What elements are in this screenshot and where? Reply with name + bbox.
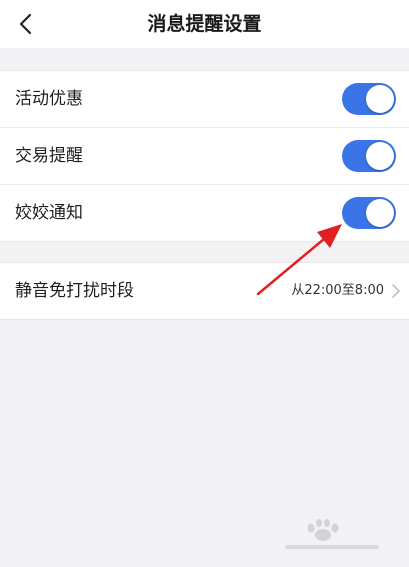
quiet-hours-value: 从22:00至8:00 xyxy=(291,283,384,298)
setting-label: 活动优惠 xyxy=(15,89,83,109)
setting-row-notices: 姣姣通知 xyxy=(0,184,409,241)
setting-label: 交易提醒 xyxy=(15,146,83,166)
toggle-knob xyxy=(366,199,394,227)
chevron-right-icon xyxy=(392,284,400,298)
setting-row-promotions: 活动优惠 xyxy=(0,71,409,127)
notices-toggle[interactable] xyxy=(342,197,396,229)
quiet-hours-group: 静音免打扰时段 从22:00至8:00 xyxy=(0,262,409,320)
header-bar: 消息提醒设置 xyxy=(0,0,409,48)
quiet-hours-label: 静音免打扰时段 xyxy=(15,281,134,301)
toggle-knob xyxy=(366,142,394,170)
watermark-logo-icon xyxy=(285,519,379,549)
page-title: 消息提醒设置 xyxy=(147,13,262,35)
transactions-toggle[interactable] xyxy=(342,140,396,172)
toggle-knob xyxy=(366,85,394,113)
setting-label: 姣姣通知 xyxy=(15,203,83,223)
setting-row-transactions: 交易提醒 xyxy=(0,127,409,184)
promotions-toggle[interactable] xyxy=(342,83,396,115)
quiet-hours-row[interactable]: 静音免打扰时段 从22:00至8:00 xyxy=(0,263,409,319)
notification-settings-group: 活动优惠 交易提醒 姣姣通知 xyxy=(0,70,409,242)
